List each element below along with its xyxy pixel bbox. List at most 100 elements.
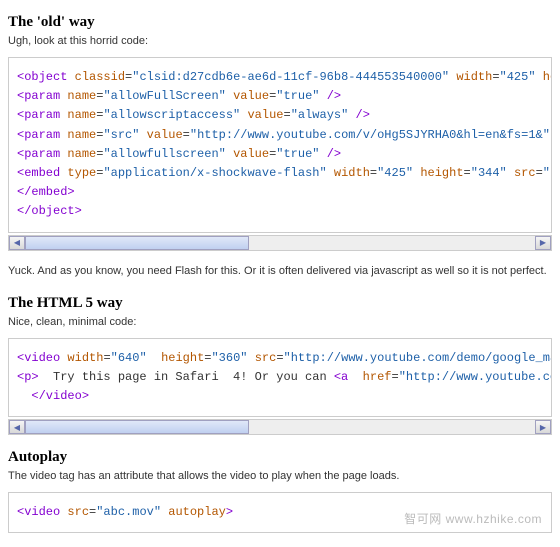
code-token-attr: name [67, 147, 96, 161]
code-token-txt: = [464, 166, 471, 180]
code-token-attr: height [420, 166, 463, 180]
code-token-tag: <param [17, 147, 60, 161]
code-token-txt: = [391, 370, 398, 384]
scroll-track[interactable] [25, 236, 535, 250]
code-token-val: "clsid:d27cdb6e-ae6d-11cf-96b8-444553540… [132, 70, 449, 84]
code-token-attr: width [456, 70, 492, 84]
section-subtitle: The video tag has an attribute that allo… [8, 470, 552, 482]
code-token-tag: <a [334, 370, 348, 384]
code-token-txt [507, 166, 514, 180]
code-token-tag: /> [327, 147, 341, 161]
code-token-val: "640" [111, 351, 147, 365]
scroll-left-arrow-icon[interactable]: ◀ [9, 420, 25, 434]
code-token-txt [60, 505, 67, 519]
code-token-val: "true" [276, 147, 319, 161]
code-token-txt [348, 108, 355, 122]
code-token-tag: </video> [31, 389, 89, 403]
code-token-attr: classid [75, 70, 125, 84]
code-token-tag: </object> [17, 204, 82, 218]
code-token-txt [248, 351, 255, 365]
scroll-track[interactable] [25, 420, 535, 434]
code-token-attr: width [334, 166, 370, 180]
code-token-val: "http://www.youtube.com/demo/google_main [284, 351, 552, 365]
code-token-attr: type [67, 166, 96, 180]
code-token-txt: Try this page in Safari 4! Or you can [39, 370, 334, 384]
code-token-val: "src" [103, 128, 139, 142]
code-token-tag: > [226, 505, 233, 519]
code-token-val: "allowFullScreen" [103, 89, 225, 103]
code-token-txt [536, 70, 543, 84]
code-token-txt [550, 128, 552, 142]
code-token-tag: <video [17, 505, 60, 519]
section-heading: The 'old' way [8, 14, 552, 31]
code-token-attr: value [233, 89, 269, 103]
code-token-attr: heig [543, 70, 552, 84]
code-token-val: "htt [543, 166, 552, 180]
code-token-val: "always" [291, 108, 349, 122]
code-token-attr: src [514, 166, 536, 180]
code-token-txt [226, 147, 233, 161]
code-token-txt [147, 351, 161, 365]
code-token-txt [17, 389, 31, 403]
code-token-val: "true" [276, 89, 319, 103]
horizontal-scrollbar[interactable]: ◀▶ [8, 419, 552, 435]
code-token-txt [320, 147, 327, 161]
code-token-val: "abc.mov" [96, 505, 161, 519]
section-subtitle: Nice, clean, minimal code: [8, 316, 552, 328]
code-token-txt: = [492, 70, 499, 84]
code-token-txt: = [103, 351, 110, 365]
code-token-attr: autoplay [168, 505, 226, 519]
code-token-txt: = [283, 108, 290, 122]
code-token-val: "allowscriptaccess" [103, 108, 240, 122]
code-token-txt: = [536, 166, 543, 180]
scroll-thumb[interactable] [25, 420, 249, 434]
code-token-val: "http://www.youtube.com/v/oHg5SJYRHA0&hl… [190, 128, 550, 142]
code-token-tag: <object [17, 70, 67, 84]
code-token-tag: <param [17, 128, 60, 142]
code-token-attr: value [247, 108, 283, 122]
code-token-attr: href [363, 370, 392, 384]
code-token-attr: name [67, 128, 96, 142]
code-token-attr: src [67, 505, 89, 519]
code-token-val: "425" [500, 70, 536, 84]
code-block: <object classid = "clsid:d27cdb6e-ae6d-11c… [8, 57, 552, 233]
code-token-val: "http://www.youtube.com/d [399, 370, 552, 384]
code-token-attr: name [67, 108, 96, 122]
code-token-txt: = [276, 351, 283, 365]
code-token-attr: value [233, 147, 269, 161]
scroll-right-arrow-icon[interactable]: ▶ [535, 236, 551, 250]
code-token-val: "allowfullscreen" [103, 147, 225, 161]
code-token-val: "360" [211, 351, 247, 365]
section-subtitle: Ugh, look at this horrid code: [8, 35, 552, 47]
code-token-txt: = [183, 128, 190, 142]
code-token-tag: <p> [17, 370, 39, 384]
code-block: <video width="640" height="360" src="htt… [8, 338, 552, 418]
code-token-attr: src [255, 351, 277, 365]
code-token-txt [139, 128, 146, 142]
code-token-attr: value [147, 128, 183, 142]
code-token-txt [327, 166, 334, 180]
code-token-txt [67, 70, 74, 84]
scroll-right-arrow-icon[interactable]: ▶ [535, 420, 551, 434]
scroll-thumb[interactable] [25, 236, 249, 250]
code-token-tag: </embed> [17, 185, 75, 199]
code-token-tag: /> [356, 108, 370, 122]
code-token-attr: name [67, 89, 96, 103]
section-heading: The HTML 5 way [8, 295, 552, 312]
code-token-val: "344" [471, 166, 507, 180]
code-token-tag: <video [17, 351, 60, 365]
horizontal-scrollbar[interactable]: ◀▶ [8, 235, 552, 251]
code-token-tag: <param [17, 108, 60, 122]
code-token-tag: /> [327, 89, 341, 103]
code-token-txt: = [89, 505, 96, 519]
code-token-txt [161, 505, 168, 519]
code-token-val: "application/x-shockwave-flash" [103, 166, 326, 180]
code-token-txt [348, 370, 362, 384]
code-token-val: "425" [377, 166, 413, 180]
watermark-text: 智可网 www.hzhike.com [404, 510, 542, 527]
section-heading: Autoplay [8, 449, 552, 466]
code-token-attr: width [67, 351, 103, 365]
code-token-tag: <param [17, 89, 60, 103]
scroll-left-arrow-icon[interactable]: ◀ [9, 236, 25, 250]
code-token-txt [226, 89, 233, 103]
